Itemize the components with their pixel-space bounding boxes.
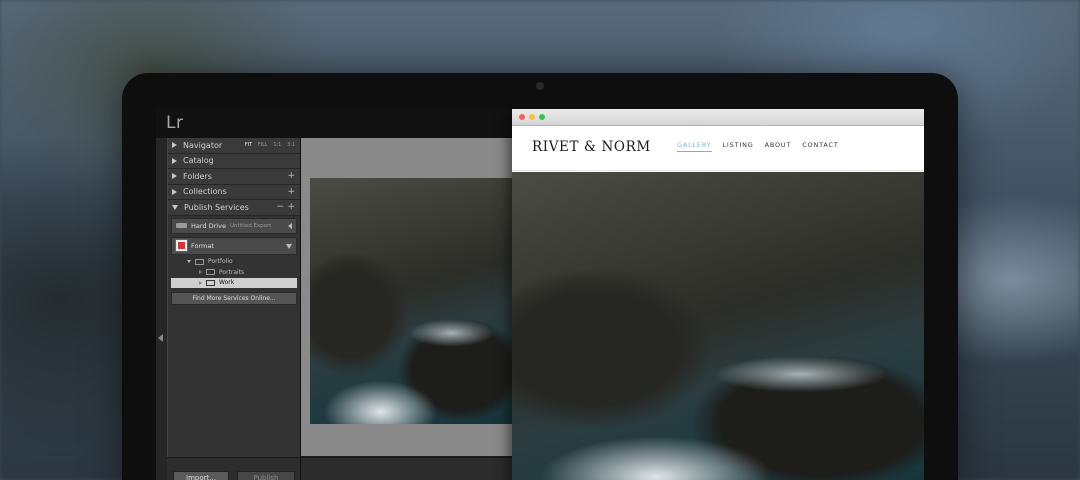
lightroom-bottom-bar: Import... Publish: [167, 457, 300, 480]
tree-item-portraits[interactable]: Portraits: [171, 267, 297, 278]
navigator-zoom-options: FIT FILL 1:1 3:1: [241, 142, 295, 148]
add-service-button[interactable]: +: [287, 202, 295, 212]
lightroom-toolbar: [301, 457, 512, 480]
zoom-option-3-1[interactable]: 3:1: [287, 142, 295, 148]
panel-label: Navigator: [183, 140, 223, 150]
panel-label: Folders: [183, 171, 212, 181]
browser-window: RIVET & NORM GALLERY LISTING ABOUT CONTA…: [512, 109, 924, 480]
nav-gallery[interactable]: GALLERY: [677, 141, 712, 152]
remove-service-button[interactable]: −: [276, 202, 284, 212]
publish-tree: Portfolio Portraits Work: [171, 257, 297, 288]
service-subtitle: Untitled Export: [229, 222, 272, 229]
lightroom-logo: Lr: [166, 113, 184, 133]
add-collection-button[interactable]: +: [287, 187, 295, 197]
panel-label: Publish Services: [184, 202, 249, 212]
tree-item-work[interactable]: Work: [171, 277, 297, 288]
tree-item-portfolio[interactable]: Portfolio: [171, 257, 297, 268]
service-name: Format: [191, 241, 214, 250]
laptop-screen: Lr Navigator FIT FILL 1:1 3:1 Catalog Fo…: [156, 108, 924, 480]
collection-set-icon: [195, 258, 204, 265]
nav-contact[interactable]: CONTACT: [802, 141, 838, 152]
nav-about[interactable]: ABOUT: [765, 141, 792, 152]
minimize-window-icon[interactable]: [529, 114, 535, 120]
lightroom-left-panel: Navigator FIT FILL 1:1 3:1 Catalog Folde…: [167, 138, 300, 480]
collection-icon: [206, 279, 215, 286]
triangle-right-icon: [199, 270, 202, 275]
browser-titlebar: [512, 109, 924, 126]
site-header: RIVET & NORM GALLERY LISTING ABOUT CONTA…: [512, 126, 924, 171]
hard-drive-icon: [176, 223, 187, 228]
triangle-right-icon: [172, 157, 177, 164]
triangle-right-icon: [172, 173, 177, 180]
zoom-option-fit[interactable]: FIT: [245, 142, 252, 148]
triangle-down-icon: [286, 243, 292, 249]
tree-item-label: Portraits: [219, 268, 245, 276]
tree-item-label: Portfolio: [208, 258, 233, 266]
panel-collections[interactable]: Collections +: [168, 184, 300, 200]
find-more-services-button[interactable]: Find More Services Online...: [171, 292, 297, 305]
site-logo[interactable]: RIVET & NORM: [532, 139, 651, 155]
tree-item-label: Work: [219, 279, 235, 287]
laptop: Lr Navigator FIT FILL 1:1 3:1 Catalog Fo…: [122, 73, 958, 480]
camera-icon: [536, 82, 544, 90]
panel-label: Catalog: [183, 156, 214, 166]
close-window-icon[interactable]: [519, 114, 525, 120]
service-format[interactable]: Format: [171, 236, 297, 255]
collection-icon: [206, 269, 215, 276]
import-button[interactable]: Import...: [173, 471, 229, 480]
triangle-left-icon: [288, 222, 292, 229]
format-logo-icon: [175, 239, 188, 252]
zoom-option-1-1[interactable]: 1:1: [273, 142, 281, 148]
triangle-down-icon: [187, 260, 191, 264]
maximize-window-icon[interactable]: [539, 114, 545, 120]
panel-label: Collections: [183, 187, 227, 197]
triangle-right-icon: [172, 142, 177, 149]
zoom-option-fill[interactable]: FILL: [258, 142, 268, 148]
left-panel-toggle[interactable]: [156, 138, 167, 480]
nav-listing[interactable]: LISTING: [723, 141, 754, 152]
add-folder-button[interactable]: +: [287, 171, 295, 181]
lightroom-photo-preview[interactable]: [310, 178, 512, 424]
chevron-left-icon: [158, 334, 163, 342]
service-hard-drive[interactable]: Hard Drive Untitled Export: [171, 217, 297, 234]
service-name: Hard Drive: [191, 221, 226, 230]
site-nav: GALLERY LISTING ABOUT CONTACT: [677, 141, 850, 152]
triangle-down-icon: [172, 204, 178, 210]
publish-button[interactable]: Publish: [237, 471, 295, 480]
triangle-right-icon: [172, 188, 177, 195]
panel-navigator[interactable]: Navigator FIT FILL 1:1 3:1: [168, 138, 300, 154]
triangle-right-icon: [199, 280, 202, 285]
site-hero-image: [512, 172, 924, 480]
panel-publish-services[interactable]: Publish Services − +: [168, 200, 300, 216]
panel-folders[interactable]: Folders +: [168, 169, 300, 185]
panel-catalog[interactable]: Catalog: [168, 153, 300, 169]
